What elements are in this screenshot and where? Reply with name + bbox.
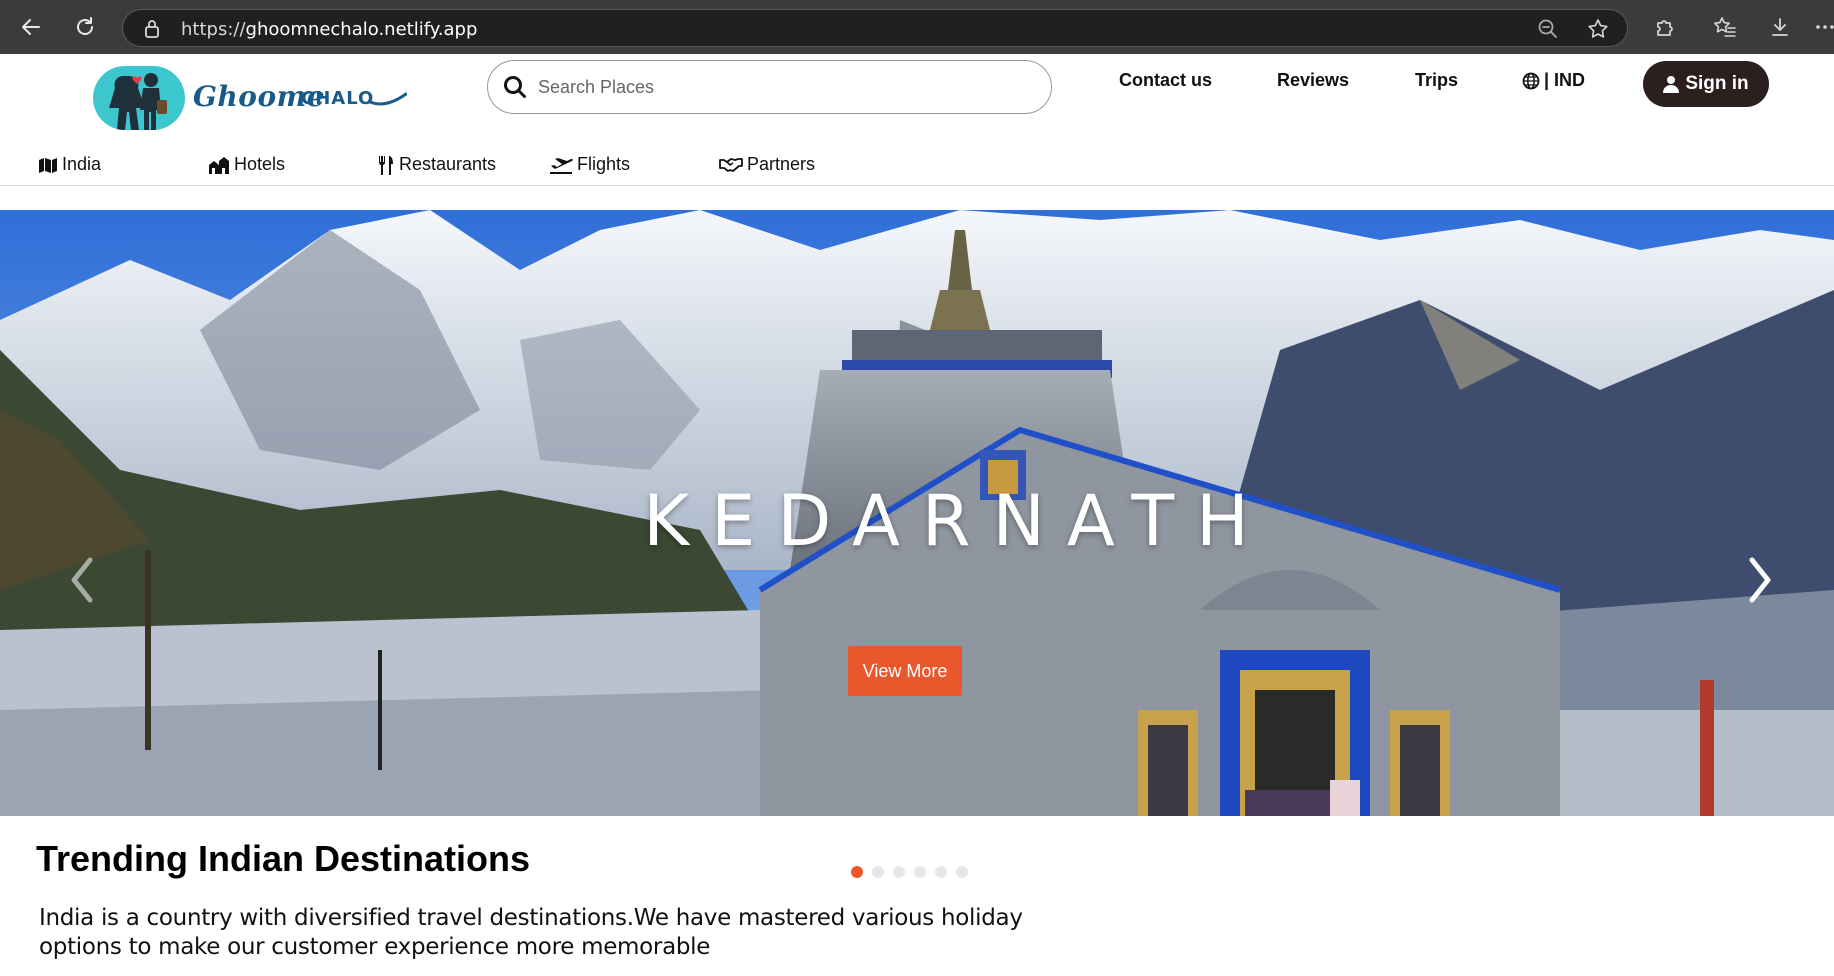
nav-trips[interactable]: Trips (1415, 70, 1458, 91)
slider-prev-icon[interactable] (62, 550, 102, 610)
category-nav: India Hotels Restaurants Flights Partner… (0, 146, 1834, 186)
category-label: Restaurants (399, 154, 497, 174)
back-arrow-icon (22, 19, 40, 35)
logo-swoosh (369, 92, 407, 106)
extensions-button[interactable] (1650, 12, 1680, 42)
slider-dot[interactable] (851, 866, 863, 878)
download-icon (1772, 18, 1788, 36)
slider-dot[interactable] (914, 866, 926, 878)
user-icon (1663, 76, 1680, 93)
slider-dots (851, 866, 968, 878)
category-label: Flights (577, 154, 631, 174)
trending-description: India is a country with diversified trav… (39, 905, 1023, 960)
view-more-button[interactable]: View More (848, 646, 962, 696)
globe-icon (1522, 72, 1540, 89)
hero-slider: KEDARNATH View More (0, 210, 1834, 816)
category-label: Hotels (234, 154, 286, 174)
browser-toolbar: https://ghoomnechalo.netlify.app (0, 0, 1834, 54)
category-restaurants[interactable]: Restaurants (377, 154, 496, 175)
map-icon (39, 157, 57, 173)
category-partners[interactable]: Partners (719, 154, 815, 175)
address-bar[interactable]: https://ghoomnechalo.netlify.app (122, 9, 1628, 47)
couple-logo-icon (109, 73, 167, 130)
hotel-icon (209, 156, 229, 174)
handshake-icon (719, 157, 743, 172)
brand-caps: CHALO (301, 88, 375, 109)
search-icon[interactable] (502, 74, 528, 100)
search-input[interactable] (538, 72, 1018, 102)
url-scheme: https:// (181, 19, 246, 40)
category-india[interactable]: India (38, 154, 101, 175)
category-label: Partners (747, 154, 816, 174)
puzzle-icon (1657, 20, 1673, 36)
url-text[interactable]: https://ghoomnechalo.netlify.app (181, 19, 477, 40)
back-button[interactable] (16, 12, 46, 42)
region-label: | IND (1544, 70, 1586, 90)
more-dots-icon (1816, 25, 1834, 29)
hero-title: KEDARNATH (643, 480, 1271, 562)
category-flights[interactable]: Flights (549, 154, 630, 175)
lock-icon[interactable] (143, 19, 161, 39)
region-selector[interactable]: | IND (1522, 70, 1585, 91)
logo-emblem (93, 66, 185, 130)
favorites-button[interactable] (1710, 12, 1740, 42)
slider-dot[interactable] (872, 866, 884, 878)
search-box[interactable] (487, 60, 1052, 114)
slider-dot[interactable] (893, 866, 905, 878)
site-page: Ghoome CHALO Contact us Reviews Trips | … (0, 54, 1834, 976)
more-button[interactable] (1810, 12, 1834, 42)
category-hotels[interactable]: Hotels (208, 154, 285, 175)
favorite-star-icon[interactable] (1587, 18, 1609, 40)
plane-departure-icon (550, 157, 573, 174)
downloads-button[interactable] (1765, 12, 1795, 42)
slider-dot[interactable] (935, 866, 947, 878)
nav-reviews[interactable]: Reviews (1277, 70, 1349, 91)
url-host: ghoomnechalo.netlify.app (245, 19, 478, 40)
category-label: India (62, 154, 102, 174)
slider-dot[interactable] (956, 866, 968, 878)
slider-next-icon[interactable] (1740, 550, 1780, 610)
reload-button[interactable] (70, 12, 100, 42)
favorites-list-icon (1714, 17, 1736, 37)
sign-in-label: Sign in (1685, 73, 1749, 94)
reload-icon (77, 17, 93, 35)
site-logo[interactable]: Ghoome CHALO (93, 62, 407, 138)
nav-contact-us[interactable]: Contact us (1119, 70, 1212, 91)
zoom-out-icon[interactable] (1537, 18, 1559, 40)
sign-in-button[interactable]: Sign in (1643, 61, 1769, 107)
utensils-icon (378, 155, 393, 175)
trending-title: Trending Indian Destinations (36, 838, 531, 879)
